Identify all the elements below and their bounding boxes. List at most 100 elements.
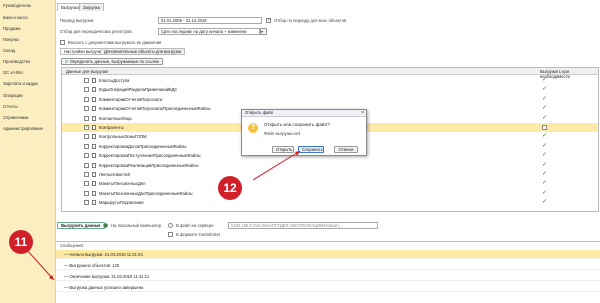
opt-server-radio[interactable] — [168, 223, 173, 228]
log-line: — Начало выгрузки: 21.03.2019 11:31:04 — [56, 250, 600, 259]
export-check-icon[interactable]: ✓ — [542, 114, 547, 121]
export-check-icon[interactable]: ✓ — [542, 151, 547, 158]
export-check-icon[interactable]: ✓ — [542, 170, 547, 177]
refresh-icon: ⟳ — [65, 59, 69, 64]
info-icon: ? — [248, 123, 258, 133]
row-name: МакетыПенсионныхДелПрисоединенныеФайлы — [99, 190, 193, 196]
include-docs-checkbox[interactable] — [60, 40, 65, 45]
fastinfoset-checkbox[interactable] — [168, 232, 173, 237]
table-row[interactable]: КодыОперацийРазделаПримечанийКДС ✓ — [62, 85, 598, 94]
log-header: Сообщения: — [60, 243, 84, 248]
export-check-icon[interactable]: ✓ — [542, 179, 547, 186]
row-checkbox[interactable] — [84, 181, 89, 187]
table-row[interactable]: КлассыДоступа ✓ — [62, 76, 598, 85]
log-text: Начало выгрузки: 21.03.2019 11:31:04 — [69, 252, 143, 257]
row-checkbox[interactable] — [84, 134, 89, 140]
row-checkbox[interactable] — [84, 153, 89, 159]
row-checkbox[interactable] — [84, 106, 89, 112]
define-by-links-button[interactable]: ⟳ Определить данные, выгружаемые по ссыл… — [61, 58, 164, 65]
open-button[interactable]: Открыть — [272, 146, 294, 153]
cancel-button[interactable]: Отмена — [334, 146, 358, 153]
export-check-icon[interactable]: ✓ — [542, 85, 547, 92]
row-name: КонтрольныеЗоныГЛОМ — [99, 134, 147, 140]
table-row[interactable]: КомментарииОтчетовПерсоната ✓ — [62, 95, 598, 104]
export-check-icon[interactable]: ✓ — [542, 189, 547, 196]
sidebar-item-bank[interactable]: Банк и касса — [3, 15, 28, 20]
log-text: Выгрузка данных успешно завершена — [69, 285, 144, 290]
server-path-input[interactable]: \\192.168.0.0\Archive\ПУТДЕЯ ЭКСПЛУАТАЦИ… — [228, 222, 378, 229]
document-icon — [92, 115, 96, 121]
sidebar-item-sklad[interactable]: Склад — [3, 48, 15, 53]
row-name: КлассыДоступа — [99, 78, 130, 83]
close-icon[interactable]: × — [361, 110, 364, 116]
grid-header: Данные для выгрузки Выгружать при необхо… — [62, 68, 598, 79]
document-icon — [92, 125, 96, 130]
filter-period-label: Отбор по периоду для всех объектов — [274, 18, 347, 23]
document-icon — [92, 190, 96, 196]
export-check-icon[interactable]: ✓ — [542, 95, 547, 102]
row-checkbox[interactable] — [84, 78, 89, 83]
sidebar-item-prodazhi[interactable]: Продажи — [3, 26, 21, 31]
sidebar-item-os-nma[interactable]: ОС и НМА — [3, 70, 23, 75]
export-check-icon[interactable]: ✓ — [542, 132, 547, 139]
row-checkbox[interactable] — [84, 190, 89, 196]
document-icon — [92, 143, 96, 149]
row-checkbox[interactable] — [84, 172, 89, 177]
export-check-icon[interactable]: ✓ — [542, 104, 547, 111]
row-name: КонтактныеЛица — [99, 115, 132, 121]
log-text: Окончание выгрузки: 21.03.2019 11:31:11 — [69, 274, 150, 279]
sidebar-item-spravochniki[interactable]: Справочники — [3, 115, 28, 120]
table-row[interactable]: КорректировкаРеализацииПрисоединенныеФай… — [62, 161, 598, 170]
sidebar-item-operacii[interactable]: Операции — [3, 93, 23, 98]
sidebar-item-proizvodstvo[interactable]: Производство — [3, 59, 30, 64]
registers-select[interactable]: Срез последних на дату начала + изменени — [158, 28, 260, 35]
sidebar-item-administrirovanie[interactable]: Администрирование — [3, 126, 43, 131]
row-name: МаршрутыПодписания — [99, 200, 144, 206]
sidebar-item-otchety[interactable]: Отчеты — [3, 104, 17, 109]
opt-local-label: На локальный компьютер — [111, 223, 162, 228]
open-file-dialog: Открыть файл × ? Открыть или сохранить ф… — [241, 109, 367, 156]
log-line: — Выгружено объектов: 120 — [56, 261, 600, 270]
table-row[interactable]: МакетыПенсионныхДел ✓ — [62, 179, 598, 188]
table-row[interactable]: ЛентыНовостей ✓ — [62, 170, 598, 179]
row-checkbox[interactable] — [84, 115, 89, 121]
export-check-icon[interactable]: ✓ — [542, 142, 547, 149]
tab-import[interactable]: Загрузка — [79, 3, 104, 11]
row-name: МакетыПенсионныхДел — [99, 181, 146, 187]
filter-period-checkbox[interactable] — [266, 17, 271, 23]
row-name: КорректировкаДолгаПрисоединенныеФайлы — [99, 143, 187, 149]
document-icon — [92, 172, 96, 177]
save-button[interactable]: Сохранить — [298, 146, 324, 153]
dialog-question: Открыть или сохранить файл? — [264, 122, 330, 127]
row-name: КорректировкаПоступленияПрисоединенныеФа… — [99, 153, 201, 159]
row-checkbox[interactable] — [84, 124, 89, 130]
sidebar-item-zarplata[interactable]: Зарплата и кадры — [3, 81, 38, 86]
log-text: Выгружено объектов: 120 — [69, 263, 120, 268]
row-checkbox[interactable] — [84, 200, 89, 206]
row-checkbox[interactable] — [84, 143, 89, 149]
badge-11: 11 — [9, 230, 33, 254]
period-input[interactable]: 01.01.2009 - 31.12.2018 — [158, 17, 262, 24]
row-name: КомментарииОтчетовПерсоната — [99, 96, 163, 102]
row-checkbox[interactable] — [84, 87, 89, 93]
opt-local-radio[interactable] — [103, 223, 108, 228]
export-check-icon[interactable]: ✓ — [542, 76, 547, 83]
dialog-title-text: Открыть файл — [245, 110, 274, 115]
chevron-down-icon: ▾ — [261, 29, 264, 34]
export-check-icon[interactable]: ✓ — [542, 161, 547, 168]
table-row[interactable]: МаршрутыПодписания ✓ — [62, 198, 598, 207]
sidebar-item-pokupki[interactable]: Покупки — [3, 37, 19, 42]
export-checkbox[interactable] — [542, 125, 547, 130]
row-checkbox[interactable] — [84, 96, 89, 102]
registers-dropdown-button[interactable]: ▾ — [260, 28, 267, 35]
row-checkbox[interactable] — [84, 162, 89, 168]
row-name: КодыОперацийРазделаПримечанийКДС — [99, 87, 178, 93]
table-row[interactable]: МакетыПенсионныхДелПрисоединенныеФайлы ✓ — [62, 189, 598, 198]
document-icon — [92, 78, 96, 83]
subtab-additional[interactable]: Дополнительные объекты для выгрузки — [100, 48, 186, 55]
export-check-icon[interactable]: ✓ — [542, 198, 547, 205]
divider — [56, 241, 600, 242]
sidebar-item-rukovoditelyu[interactable]: Руководителю — [3, 3, 31, 8]
export-data-button[interactable]: Выгрузить данные — [57, 222, 105, 229]
sidebar: Руководителю Банк и касса Продажи Покупк… — [0, 0, 56, 303]
